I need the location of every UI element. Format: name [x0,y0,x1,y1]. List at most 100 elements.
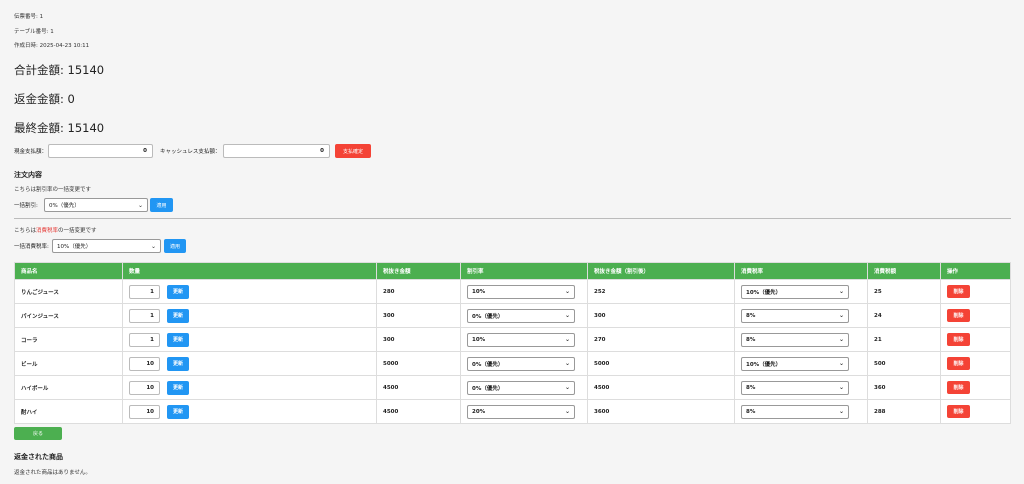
price: 4500 [376,375,461,400]
update-button[interactable]: 更新 [167,404,189,419]
tax-rate-cell: 8% ⌄ [734,303,868,328]
delete-button[interactable]: 削除 [947,405,970,418]
discount-cell: 0%（優先） ⌄ [460,351,588,376]
quantity-cell: 10 更新 [122,351,377,376]
tax-rate-select[interactable]: 10%（優先） ⌄ [741,284,849,299]
table-row: コーラ 1 更新 300 10% ⌄ 270 8% ⌄ 21 削除 [14,327,1011,352]
update-button[interactable]: 更新 [167,284,189,299]
price: 280 [376,279,461,304]
bulk-tax-apply-button[interactable]: 適用 [164,239,186,253]
bulk-discount-apply-button[interactable]: 適用 [150,198,173,212]
product-name: 酎ハイ [14,399,123,424]
discount-select[interactable]: 20% ⌄ [467,404,575,419]
discounted-price: 3600 [587,399,735,424]
delete-button[interactable]: 削除 [947,333,970,346]
delete-button[interactable]: 削除 [947,381,970,394]
update-button[interactable]: 更新 [167,380,189,395]
cashless-input[interactable]: 0 [223,144,330,158]
delete-button[interactable]: 削除 [947,285,970,298]
tax-amount: 21 [867,327,941,352]
discount-cell: 20% ⌄ [460,399,588,424]
quantity-cell: 1 更新 [122,327,377,352]
tax-note-prefix: こちらは [14,228,37,234]
discount-select[interactable]: 10% ⌄ [467,332,575,347]
confirm-payment-button[interactable]: 支払確定 [335,144,371,158]
discount-note: こちらは割引率の一括変更です [14,187,92,193]
chevron-down-icon: ⌄ [564,384,570,391]
divider [14,218,1011,219]
bulk-tax-row: 一括消費税率: 10%（優先） ⌄ 適用 [14,239,186,253]
table-row: ハイボール 10 更新 4500 0%（優先） ⌄ 4500 8% ⌄ 360 削除 [14,375,1011,400]
update-button[interactable]: 更新 [167,356,189,371]
discounted-price: 4500 [587,375,735,400]
bulk-tax-label: 一括消費税率: [14,244,49,250]
total-amount: 合計金額: 15140 [14,63,105,77]
chevron-down-icon: ⌄ [838,408,844,415]
quantity-cell: 10 更新 [122,399,377,424]
bulk-discount-select[interactable]: 0%（優先） ⌄ [44,198,148,212]
update-button[interactable]: 更新 [167,308,189,323]
discount-select[interactable]: 10% ⌄ [467,284,575,299]
delete-button[interactable]: 削除 [947,357,970,370]
tax-rate-select[interactable]: 8% ⌄ [741,332,849,347]
product-name: コーラ [14,327,123,352]
header-discount-rate: 割引率 [460,262,588,280]
tax-rate-cell: 8% ⌄ [734,375,868,400]
chevron-down-icon: ⌄ [564,312,570,319]
final-amount: 最終金額: 15140 [14,121,105,135]
bulk-tax-select[interactable]: 10%（優先） ⌄ [52,239,161,253]
quantity-input[interactable]: 1 [129,284,160,299]
header-tax-amount: 消費税額 [867,262,941,280]
update-button[interactable]: 更新 [167,332,189,347]
price: 300 [376,303,461,328]
price: 4500 [376,399,461,424]
tax-note: こちらは消費税率の一括変更です [14,226,97,234]
quantity-input[interactable]: 10 [129,404,160,419]
discount-value: 10% [472,288,486,295]
actions-cell: 削除 [940,399,1011,424]
chevron-down-icon: ⌄ [564,288,570,295]
discount-select[interactable]: 0%（優先） ⌄ [467,380,575,395]
discount-cell: 10% ⌄ [460,327,588,352]
header-price: 税抜き金額 [376,262,461,280]
product-name: ビール [14,351,123,376]
chevron-down-icon: ⌄ [838,312,844,319]
order-section-title: 注文内容 [14,171,42,179]
chevron-down-icon: ⌄ [838,288,844,295]
discount-value: 10% [472,336,486,343]
discount-select[interactable]: 0%（優先） ⌄ [467,356,575,371]
tax-rate-value: 8% [746,408,756,415]
tax-rate-select[interactable]: 8% ⌄ [741,404,849,419]
table-row: りんごジュース 1 更新 280 10% ⌄ 252 10%（優先） ⌄ 25 削除 [14,279,1011,304]
price: 5000 [376,351,461,376]
chevron-down-icon: ⌄ [150,242,156,250]
quantity-input[interactable]: 10 [129,356,160,371]
product-name: りんごジュース [14,279,123,304]
tax-rate-select[interactable]: 8% ⌄ [741,308,849,323]
quantity-input[interactable]: 1 [129,308,160,323]
discount-value: 0%（優先） [472,313,504,320]
quantity-input[interactable]: 1 [129,332,160,347]
discount-select[interactable]: 0%（優先） ⌄ [467,308,575,323]
quantity-cell: 1 更新 [122,303,377,328]
quantity-cell: 10 更新 [122,375,377,400]
header-product-name: 商品名 [14,262,123,280]
quantity-input[interactable]: 10 [129,380,160,395]
product-name: ハイボール [14,375,123,400]
cash-input[interactable]: 0 [48,144,153,158]
quantity-cell: 1 更新 [122,279,377,304]
back-button[interactable]: 戻る [14,427,62,440]
tax-rate-value: 8% [746,336,756,343]
delete-button[interactable]: 削除 [947,309,970,322]
tax-rate-select[interactable]: 10%（優先） ⌄ [741,356,849,371]
discount-value: 0%（優先） [472,385,504,392]
tax-rate-value: 10%（優先） [746,289,782,296]
bulk-discount-row: 一括割引: 0%（優先） ⌄ 適用 [14,198,173,212]
refunds-empty-text: 返金された商品はありません。 [14,470,91,476]
actions-cell: 削除 [940,279,1011,304]
tax-rate-select[interactable]: 8% ⌄ [741,380,849,395]
tax-rate-cell: 10%（優先） ⌄ [734,351,868,376]
tax-note-highlight: 消費税率 [36,228,59,234]
actions-cell: 削除 [940,375,1011,400]
tax-amount: 288 [867,399,941,424]
